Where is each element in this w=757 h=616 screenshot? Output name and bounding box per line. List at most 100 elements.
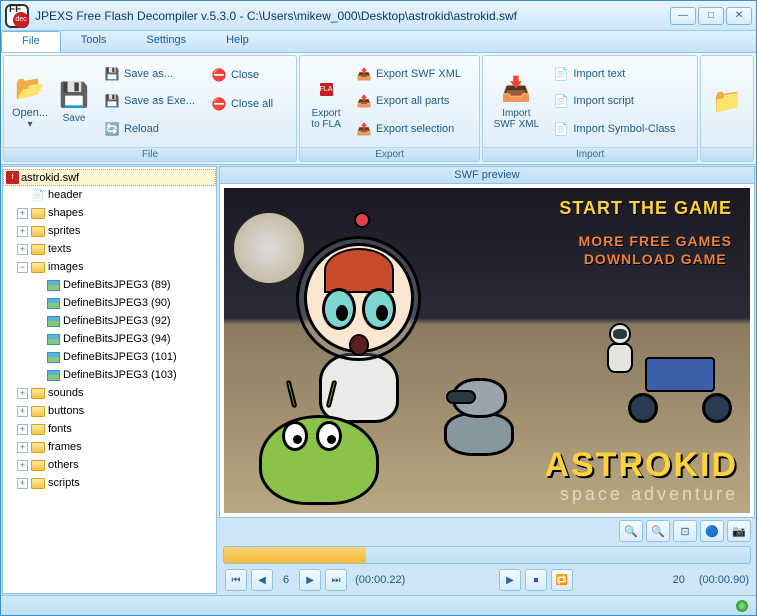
image-icon: [47, 334, 60, 345]
image-icon: [47, 352, 60, 363]
current-frame: 6: [283, 574, 289, 586]
save-as-button[interactable]: 💾Save as...: [100, 64, 199, 84]
tree-others[interactable]: +others: [3, 456, 216, 474]
export-icon: 📤: [356, 66, 372, 82]
close-all-button[interactable]: ⛔Close all: [207, 94, 277, 114]
loop-button[interactable]: 🔁: [551, 569, 573, 591]
close-all-icon: ⛔: [211, 96, 227, 112]
rover-graphic: [620, 343, 740, 423]
menu-tools[interactable]: Tools: [61, 31, 127, 52]
rewind-button[interactable]: ⏮: [225, 569, 247, 591]
file-group-label: File: [4, 147, 296, 161]
menu-help[interactable]: Help: [206, 31, 269, 52]
tree-image-item[interactable]: DefineBitsJPEG3 (89): [3, 276, 216, 294]
expand-icon[interactable]: +: [17, 208, 28, 219]
tree-image-item[interactable]: DefineBitsJPEG3 (101): [3, 348, 216, 366]
folder-icon: [31, 244, 45, 255]
folder-icon: [31, 424, 45, 435]
ribbon: 📂 Open...▾ 💾 Save 💾Save as... 💾Save as E…: [1, 53, 756, 165]
export-selection-button[interactable]: 📤Export selection: [352, 119, 465, 139]
goto-end-button[interactable]: ⏭: [325, 569, 347, 591]
maximize-button[interactable]: □: [698, 7, 724, 25]
import-text-button[interactable]: 📄Import text: [549, 64, 679, 84]
expand-icon[interactable]: +: [17, 226, 28, 237]
color-picker-button[interactable]: 🔵: [700, 520, 724, 542]
stop-button[interactable]: ⏹: [525, 569, 547, 591]
tree-shapes[interactable]: +shapes: [3, 204, 216, 222]
more-button[interactable]: 📁: [705, 60, 749, 143]
import-swf-xml-button[interactable]: 📥 Import SWF XML: [487, 60, 545, 143]
tree-root[interactable]: fastrokid.swf: [3, 169, 216, 186]
import-icon: 📥: [500, 74, 532, 106]
tree-frames[interactable]: +frames: [3, 438, 216, 456]
menu-settings[interactable]: Settings: [126, 31, 206, 52]
seek-bar[interactable]: [223, 546, 751, 564]
expand-icon[interactable]: +: [17, 388, 28, 399]
step-forward-button[interactable]: ▶: [299, 569, 321, 591]
total-time: (00:00.90): [699, 574, 749, 586]
export-all-parts-button[interactable]: 📤Export all parts: [352, 91, 465, 111]
export-swf-xml-button[interactable]: 📤Export SWF XML: [352, 64, 465, 84]
reload-icon: 🔄: [104, 121, 120, 137]
status-ok-icon: [736, 600, 748, 612]
alien-character: [254, 385, 384, 505]
export-icon: 📤: [356, 93, 372, 109]
image-icon: [47, 298, 60, 309]
collapse-icon[interactable]: −: [17, 262, 28, 273]
image-icon: [47, 370, 60, 381]
zoom-fit-button[interactable]: ⊡: [673, 520, 697, 542]
tree-fonts[interactable]: +fonts: [3, 420, 216, 438]
zoom-in-button[interactable]: 🔍: [619, 520, 643, 542]
tree-header[interactable]: 📄header: [3, 186, 216, 204]
tree-texts[interactable]: +texts: [3, 240, 216, 258]
save-as-exe-button[interactable]: 💾Save as Exe...: [100, 91, 199, 111]
play-button[interactable]: ▶: [499, 569, 521, 591]
expand-icon[interactable]: +: [17, 460, 28, 471]
tree-sounds[interactable]: +sounds: [3, 384, 216, 402]
tree-image-item[interactable]: DefineBitsJPEG3 (94): [3, 330, 216, 348]
folder-icon: [31, 478, 45, 489]
close-window-button[interactable]: ✕: [726, 7, 752, 25]
menubar: File Tools Settings Help: [1, 31, 756, 53]
screenshot-button[interactable]: 📷: [727, 520, 751, 542]
expand-icon[interactable]: +: [17, 406, 28, 417]
game-menu-start: START THE GAME: [559, 198, 732, 219]
expand-icon[interactable]: +: [17, 478, 28, 489]
expand-icon[interactable]: +: [17, 244, 28, 255]
app-logo: [5, 4, 29, 28]
menu-file[interactable]: File: [1, 31, 61, 52]
tree-image-item[interactable]: DefineBitsJPEG3 (103): [3, 366, 216, 384]
import-script-button[interactable]: 📄Import script: [549, 91, 679, 111]
folder-icon: [31, 442, 45, 453]
export-fla-button[interactable]: FLA Export to FLA: [304, 60, 348, 143]
reload-button[interactable]: 🔄Reload: [100, 119, 199, 139]
minimize-button[interactable]: —: [670, 7, 696, 25]
expand-icon[interactable]: +: [17, 424, 28, 435]
import-group-label: Import: [483, 147, 697, 161]
fla-icon: FLA: [310, 74, 342, 106]
header-icon: 📄: [30, 187, 46, 203]
folder-icon: [31, 406, 45, 417]
zoom-out-button[interactable]: 🔍: [646, 520, 670, 542]
expand-icon[interactable]: +: [17, 442, 28, 453]
folder-icon: [31, 460, 45, 471]
open-button[interactable]: 📂 Open...▾: [8, 60, 52, 143]
tree-sprites[interactable]: +sprites: [3, 222, 216, 240]
folder-icon: [31, 208, 45, 219]
save-button[interactable]: 💾 Save: [52, 60, 96, 143]
resource-tree[interactable]: fastrokid.swf 📄header +shapes +sprites +…: [2, 166, 217, 594]
tree-images[interactable]: −images: [3, 258, 216, 276]
tree-scripts[interactable]: +scripts: [3, 474, 216, 492]
step-back-button[interactable]: ◀: [251, 569, 273, 591]
swf-stage: START THE GAME MORE FREE GAMES DOWNLOAD …: [224, 188, 750, 513]
tree-buttons[interactable]: +buttons: [3, 402, 216, 420]
import-script-icon: 📄: [553, 93, 569, 109]
current-time: (00:00.22): [355, 574, 405, 586]
close-button[interactable]: ⛔Close: [207, 65, 277, 85]
preview-tab[interactable]: SWF preview: [219, 166, 755, 184]
game-menu-links: MORE FREE GAMES DOWNLOAD GAME: [579, 232, 732, 268]
tree-image-item[interactable]: DefineBitsJPEG3 (90): [3, 294, 216, 312]
swf-icon: f: [6, 171, 19, 184]
tree-image-item[interactable]: DefineBitsJPEG3 (92): [3, 312, 216, 330]
import-symbol-class-button[interactable]: 📄Import Symbol-Class: [549, 119, 679, 139]
